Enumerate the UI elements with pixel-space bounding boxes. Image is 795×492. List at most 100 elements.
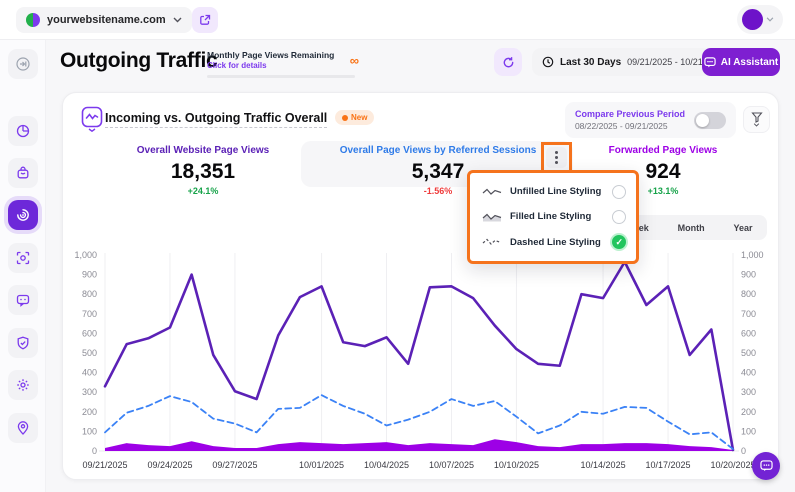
sidebar-item-security[interactable] <box>8 328 38 358</box>
svg-text:10/07/2025: 10/07/2025 <box>429 460 474 470</box>
svg-text:1,000: 1,000 <box>741 250 764 260</box>
traffic-spiral-icon <box>15 207 31 223</box>
shield-check-icon <box>15 335 31 351</box>
menu-item-filled[interactable]: Filled Line Styling <box>482 210 626 224</box>
filter-button[interactable] <box>743 106 770 133</box>
stat-overall-website: Overall Website Page Views 18,351 +24.1% <box>93 145 313 196</box>
funnel-icon <box>751 112 763 123</box>
avatar <box>742 9 763 30</box>
sidebar-collapse-button[interactable] <box>8 49 38 79</box>
radio-filled[interactable] <box>612 210 626 224</box>
dashed-wave-icon <box>482 237 502 247</box>
ai-assistant-label: AI Assistant <box>721 57 778 68</box>
chart-options-button[interactable] <box>546 147 567 168</box>
chevron-down-icon <box>753 123 760 127</box>
refresh-icon <box>502 56 515 69</box>
badge-label: New <box>351 113 367 122</box>
svg-text:0: 0 <box>741 446 746 456</box>
traffic-overview-card: Incoming vs. Outgoing Traffic Overall Ne… <box>62 92 779 480</box>
sidebar-item-tracking[interactable] <box>8 243 38 273</box>
svg-text:900: 900 <box>741 270 756 280</box>
svg-text:100: 100 <box>741 426 756 436</box>
unfilled-wave-icon <box>482 187 502 197</box>
quota-details-link[interactable]: Click for details <box>207 61 365 70</box>
compare-toggle[interactable] <box>694 112 726 129</box>
chat-icon <box>15 292 31 308</box>
refresh-button[interactable] <box>494 48 522 76</box>
stat-value: 18,351 <box>93 160 313 184</box>
svg-text:10/17/2025: 10/17/2025 <box>646 460 691 470</box>
stat-label: Forwarded Page Views <box>563 145 763 156</box>
period-label: Last 30 Days <box>560 57 621 68</box>
open-site-button[interactable] <box>192 7 218 33</box>
card-title: Incoming vs. Outgoing Traffic Overall <box>105 111 327 128</box>
svg-text:10/20/2025: 10/20/2025 <box>710 460 755 470</box>
gear-icon <box>15 377 31 393</box>
tab-month[interactable]: Month <box>678 223 705 233</box>
tab-year[interactable]: Year <box>734 223 753 233</box>
external-link-icon <box>199 14 211 26</box>
radio-unfilled[interactable] <box>612 185 626 199</box>
sidebar-item-outgoing-traffic[interactable] <box>8 200 38 230</box>
pie-chart-icon <box>15 123 31 139</box>
ai-chat-icon <box>704 57 716 68</box>
page-title: Outgoing Traffic <box>60 49 217 73</box>
menu-item-label: Filled Line Styling <box>510 211 604 222</box>
sidebar-item-dashboard[interactable] <box>8 116 38 146</box>
chevron-down-icon <box>173 17 182 23</box>
filled-wave-icon <box>482 212 502 222</box>
stat-delta: +24.1% <box>93 186 313 196</box>
stat-label: Overall Page Views by Referred Sessions <box>318 145 558 156</box>
kebab-icon <box>555 156 558 159</box>
support-chat-button[interactable] <box>752 452 780 480</box>
svg-text:200: 200 <box>82 407 97 417</box>
svg-text:09/27/2025: 09/27/2025 <box>212 460 257 470</box>
svg-text:1,000: 1,000 <box>74 250 97 260</box>
svg-text:800: 800 <box>82 289 97 299</box>
svg-text:700: 700 <box>82 309 97 319</box>
radio-dashed[interactable] <box>612 235 626 249</box>
line-styling-menu: Unfilled Line Styling Filled Line Stylin… <box>467 170 639 264</box>
traffic-chart: 0010010020020030030040040050050060060070… <box>67 245 774 475</box>
svg-text:09/21/2025: 09/21/2025 <box>82 460 127 470</box>
location-pin-icon <box>15 420 31 436</box>
chevron-down-icon <box>766 17 774 22</box>
user-menu[interactable] <box>737 5 783 34</box>
svg-text:500: 500 <box>741 348 756 358</box>
svg-text:0: 0 <box>92 446 97 456</box>
quota-progress-bar <box>207 75 355 78</box>
infinity-icon: ∞ <box>350 56 359 66</box>
svg-text:600: 600 <box>741 328 756 338</box>
clock-icon <box>542 56 554 68</box>
menu-item-unfilled[interactable]: Unfilled Line Styling <box>482 185 626 199</box>
site-selector[interactable]: yourwebsitename.com <box>16 7 192 33</box>
new-badge: New <box>335 110 374 125</box>
svg-text:10/14/2025: 10/14/2025 <box>581 460 626 470</box>
badge-dot-icon <box>342 115 348 121</box>
site-logo-icon <box>26 13 40 27</box>
svg-text:600: 600 <box>82 328 97 338</box>
sidebar-item-locations[interactable] <box>8 413 38 443</box>
svg-text:200: 200 <box>741 407 756 417</box>
line-chart: 0010010020020030030040040050050060060070… <box>67 245 774 475</box>
ai-assistant-button[interactable]: AI Assistant <box>702 48 780 76</box>
site-name: yourwebsitename.com <box>47 14 166 26</box>
svg-text:10/01/2025: 10/01/2025 <box>299 460 344 470</box>
chat-bubble-icon <box>760 460 773 472</box>
svg-text:300: 300 <box>82 387 97 397</box>
scan-target-icon <box>15 250 31 266</box>
sidebar-item-messages[interactable] <box>8 285 38 315</box>
sidebar <box>0 40 46 492</box>
svg-text:400: 400 <box>741 368 756 378</box>
svg-text:100: 100 <box>82 426 97 436</box>
menu-item-label: Unfilled Line Styling <box>510 186 604 197</box>
stat-label: Overall Website Page Views <box>93 145 313 156</box>
svg-text:500: 500 <box>82 348 97 358</box>
sidebar-item-products[interactable] <box>8 158 38 188</box>
menu-item-dashed[interactable]: Dashed Line Styling <box>482 235 626 249</box>
svg-text:900: 900 <box>82 270 97 280</box>
bag-icon <box>15 165 31 181</box>
sidebar-item-settings[interactable] <box>8 370 38 400</box>
compare-label: Compare Previous Period <box>575 109 685 119</box>
collapse-icon <box>15 56 31 72</box>
